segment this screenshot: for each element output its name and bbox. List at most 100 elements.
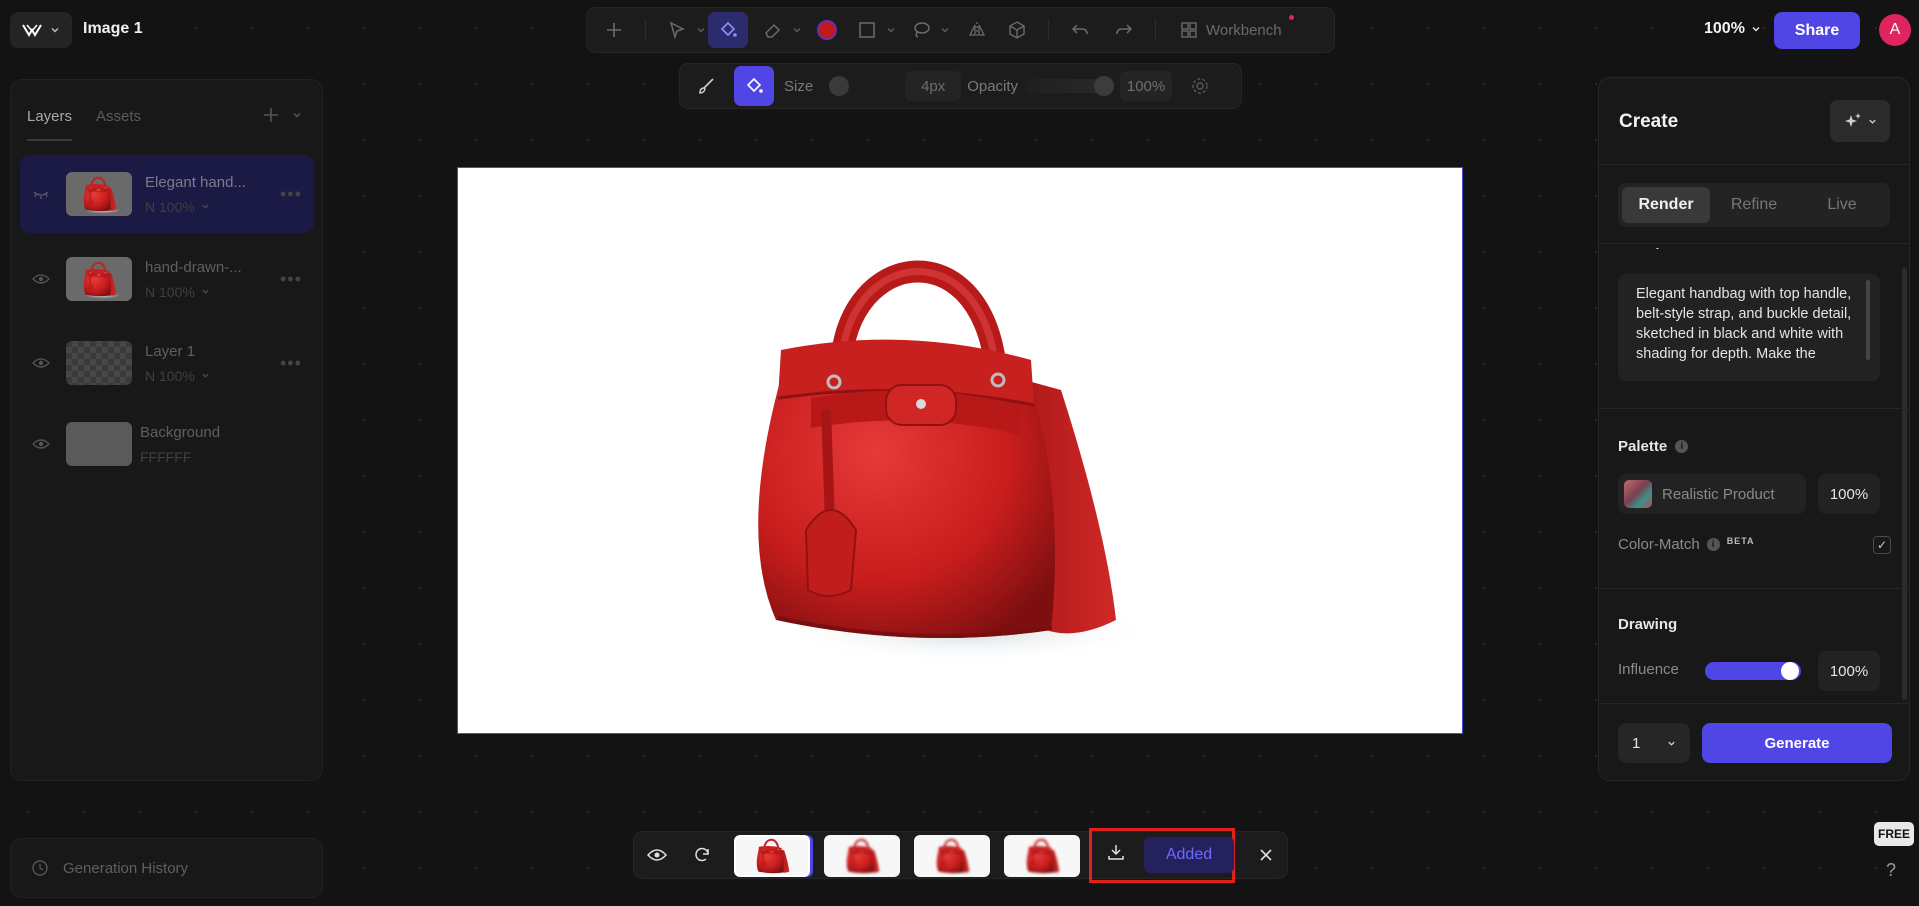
color-picker-button[interactable] xyxy=(810,12,844,48)
chevron-down-icon xyxy=(697,27,705,33)
document-title[interactable]: Image 1 xyxy=(83,20,143,38)
image-count-dropdown[interactable]: 1 xyxy=(1618,723,1690,763)
generation-history-button[interactable]: Generation History xyxy=(10,838,323,898)
app-menu-button[interactable] xyxy=(10,12,72,48)
add-tool-button[interactable] xyxy=(597,12,631,48)
palette-thumbnail xyxy=(1624,480,1652,508)
color-match-label: Color-Match xyxy=(1618,536,1700,553)
color-match-row: Color-Match i BETA xyxy=(1618,536,1755,554)
opacity-value[interactable]: 100% xyxy=(1120,71,1173,101)
tab-live[interactable]: Live xyxy=(1798,187,1886,223)
layer-blend[interactable]: N 100% xyxy=(145,284,280,300)
ai-mode-button[interactable] xyxy=(1830,100,1890,142)
layer-blend[interactable]: N 100% xyxy=(145,199,280,215)
opacity-slider-handle[interactable] xyxy=(1094,76,1115,96)
refresh-icon xyxy=(695,847,709,862)
chevron-down-icon xyxy=(1668,741,1675,746)
close-icon xyxy=(1260,849,1272,861)
chevron-down-icon xyxy=(941,27,949,33)
brush-options-bar: Size 4px Opacity 100% xyxy=(679,63,1242,109)
download-button[interactable] xyxy=(1106,842,1126,862)
shape-tool-button[interactable] xyxy=(850,12,884,48)
chevron-down-icon xyxy=(293,112,301,118)
eraser-tool-button[interactable] xyxy=(756,12,790,48)
lasso-tool-button[interactable] xyxy=(904,12,938,48)
fill-mode-button[interactable] xyxy=(734,66,774,106)
select-tool-button[interactable] xyxy=(660,12,694,48)
workbench-button[interactable]: Workbench xyxy=(1170,15,1294,39)
regenerate-button[interactable] xyxy=(689,842,715,868)
color-match-checkbox[interactable]: ✓ xyxy=(1873,536,1891,554)
image-canvas[interactable] xyxy=(457,167,1463,734)
layer-blend[interactable]: N 100% xyxy=(145,368,280,384)
lasso-tool-caret[interactable] xyxy=(938,25,952,35)
add-layer-control[interactable] xyxy=(262,106,302,124)
tab-layers[interactable]: Layers xyxy=(27,108,73,141)
info-icon[interactable]: i xyxy=(1675,440,1689,453)
plus-icon xyxy=(264,108,278,122)
influence-slider-handle[interactable] xyxy=(1781,662,1799,680)
eye-icon[interactable] xyxy=(20,438,62,450)
variation-thumbnail-selected[interactable] xyxy=(734,835,810,877)
chevron-down-icon xyxy=(1868,119,1876,124)
prompt-scrollbar[interactable] xyxy=(1866,280,1870,360)
redo-icon xyxy=(1116,24,1133,35)
close-variations-button[interactable] xyxy=(1253,842,1279,868)
eraser-tool-caret[interactable] xyxy=(790,25,804,35)
panel-scrollbar[interactable] xyxy=(1902,268,1907,700)
more-icon[interactable]: ••• xyxy=(280,184,314,205)
logo-icon xyxy=(22,24,42,37)
opacity-slider[interactable] xyxy=(1024,76,1115,96)
more-icon[interactable]: ••• xyxy=(280,269,314,290)
tab-render[interactable]: Render xyxy=(1622,187,1710,223)
prompt-input[interactable]: Elegant handbag with top handle, belt-st… xyxy=(1618,274,1880,381)
palette-selector[interactable]: Realistic Product xyxy=(1618,474,1806,514)
eye-icon[interactable] xyxy=(20,357,62,369)
tab-assets[interactable]: Assets xyxy=(96,108,141,141)
size-value[interactable]: 4px xyxy=(905,71,962,101)
select-tool-caret[interactable] xyxy=(694,25,708,35)
layer-row[interactable]: hand-drawn-... N 100% ••• xyxy=(20,240,314,318)
variation-thumbnail[interactable] xyxy=(914,835,990,877)
layer-name: Layer 1 xyxy=(145,342,196,360)
layer-row[interactable]: Layer 1 N 100% ••• xyxy=(20,324,314,402)
flip-tool-button[interactable] xyxy=(960,12,994,48)
avatar[interactable]: A xyxy=(1879,14,1911,46)
preview-toggle-button[interactable] xyxy=(644,842,670,868)
shape-tool-caret[interactable] xyxy=(884,25,898,35)
added-button[interactable]: Added xyxy=(1144,837,1234,873)
layer-row[interactable]: Elegant hand... N 100% ••• xyxy=(20,155,314,233)
undo-icon xyxy=(1071,24,1088,35)
palette-strength-input[interactable]: 100% xyxy=(1818,474,1880,514)
drawing-heading: Drawing xyxy=(1618,616,1678,633)
eye-closed-icon[interactable] xyxy=(20,188,62,200)
variation-thumbnail[interactable] xyxy=(1004,835,1080,877)
size-slider[interactable] xyxy=(829,76,850,96)
brush-settings-button[interactable] xyxy=(1180,66,1220,106)
share-button[interactable]: Share xyxy=(1774,12,1860,49)
main-toolbar: Workbench xyxy=(586,7,1335,53)
more-icon[interactable]: ••• xyxy=(280,353,314,374)
grid-icon xyxy=(1181,22,1197,38)
undo-button[interactable] xyxy=(1063,12,1097,48)
plan-badge[interactable]: FREE xyxy=(1874,822,1914,846)
info-icon[interactable]: i xyxy=(1706,538,1720,551)
generate-button[interactable]: Generate xyxy=(1702,723,1892,763)
layer-row[interactable]: Background FFFFFF xyxy=(20,405,314,483)
influence-value-input[interactable]: 100% xyxy=(1818,651,1880,691)
toolbar-divider xyxy=(1048,19,1049,41)
toolbar-divider xyxy=(645,19,646,41)
palette-label: Palette xyxy=(1618,438,1668,455)
color-swatch xyxy=(817,20,837,40)
eye-icon[interactable] xyxy=(20,273,62,285)
help-button[interactable]: ? xyxy=(1886,860,1896,881)
3d-tool-button[interactable] xyxy=(1000,12,1034,48)
variation-thumbnail[interactable] xyxy=(824,835,900,877)
plus-icon xyxy=(607,23,621,37)
redo-button[interactable] xyxy=(1107,12,1141,48)
brush-mode-button[interactable] xyxy=(686,66,726,106)
paint-tool-button[interactable] xyxy=(708,12,748,48)
influence-slider[interactable] xyxy=(1705,662,1801,680)
zoom-dropdown[interactable]: 100% xyxy=(1704,20,1761,38)
tab-refine[interactable]: Refine xyxy=(1710,187,1798,223)
